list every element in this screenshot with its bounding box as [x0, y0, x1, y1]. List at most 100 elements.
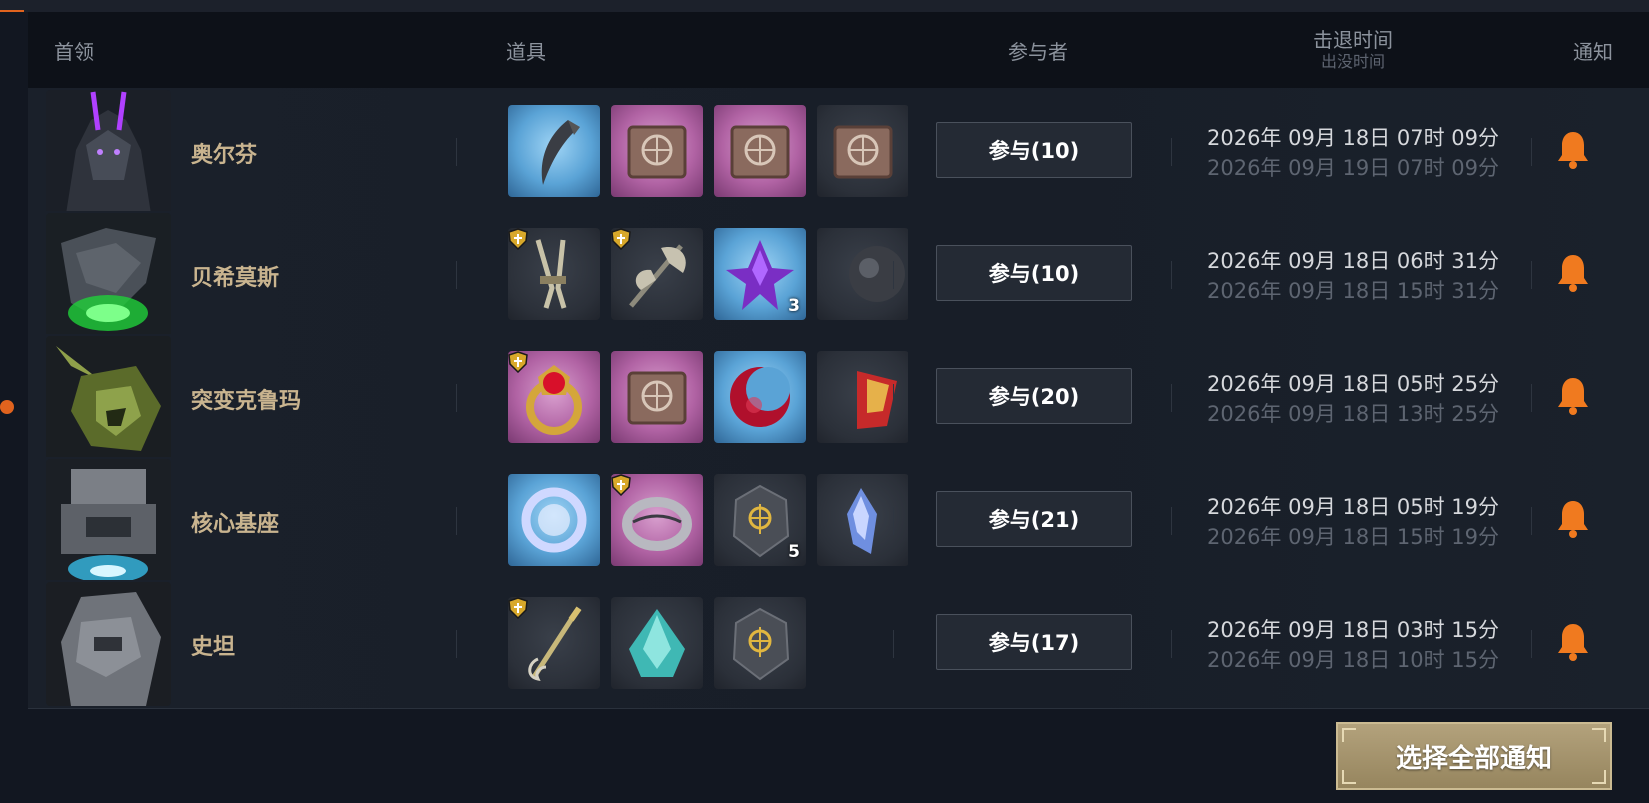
header-boss: 首领: [54, 39, 94, 64]
gem-icon[interactable]: [817, 351, 908, 443]
header-time: 击退时间 出没时间: [1188, 12, 1518, 88]
corner-ornament: [1342, 770, 1356, 784]
shield-icon: [611, 474, 631, 496]
spellbook-icon[interactable]: [611, 351, 703, 443]
ruby-ring-icon[interactable]: [508, 351, 600, 443]
time-cell: 2026年 09月 18日 05时 25分 2026年 09月 18日 13时 …: [1188, 334, 1518, 463]
spawn-time: 2026年 09月 18日 10时 15分: [1206, 647, 1500, 672]
divider: [893, 384, 894, 412]
divider: [893, 507, 894, 535]
drop-items: [508, 105, 908, 197]
header-kill-time: 击退时间: [1313, 28, 1393, 52]
spawn-time: 2026年 09月 18日 15时 31分: [1206, 278, 1500, 303]
boss-portrait[interactable]: [46, 336, 171, 460]
rune-stone-icon[interactable]: [714, 597, 806, 689]
spellbook-icon[interactable]: [817, 105, 908, 197]
divider: [456, 138, 457, 166]
kill-time: 2026年 09月 18日 07时 09分: [1206, 125, 1500, 150]
blue-shard-icon[interactable]: [817, 474, 908, 566]
item-count: 5: [788, 542, 800, 562]
red-crescent-icon[interactable]: [714, 351, 806, 443]
divider: [1171, 630, 1172, 658]
boss-name[interactable]: 奥尔芬: [191, 88, 257, 217]
divider: [893, 138, 894, 166]
shield-icon: [508, 228, 528, 250]
dark-orb-icon[interactable]: [817, 228, 908, 320]
boss-portrait[interactable]: [46, 213, 171, 337]
shield-icon: [508, 597, 528, 619]
divider: [456, 261, 457, 289]
boss-portrait[interactable]: [46, 582, 171, 706]
boss-name[interactable]: 核心基座: [191, 457, 279, 586]
divider: [1531, 261, 1532, 289]
shield-icon: [611, 228, 631, 250]
spellbook-icon[interactable]: [714, 105, 806, 197]
claw-icon[interactable]: [508, 105, 600, 197]
boss-list-panel: 首领 道具 参与者 击退时间 出没时间 通知 奥尔芬 参与(10) 2026年 …: [28, 12, 1649, 709]
teal-crystal-icon[interactable]: [611, 597, 703, 689]
divider: [1531, 507, 1532, 535]
divider: [1531, 630, 1532, 658]
participants-button[interactable]: 参与(20): [936, 368, 1132, 424]
divider: [893, 630, 894, 658]
spawn-time: 2026年 09月 18日 15时 19分: [1206, 524, 1500, 549]
header-spawn-time: 出没时间: [1320, 52, 1385, 71]
boss-row: 核心基座 5 参与(21) 2026年 09月 18日 05时 19分 2026…: [28, 457, 1649, 586]
spawn-time: 2026年 09月 19日 07时 09分: [1206, 155, 1500, 180]
drop-items: 5: [508, 474, 908, 566]
boss-name[interactable]: 史坦: [191, 580, 235, 709]
select-all-label: 选择全部通知: [1395, 743, 1552, 774]
header-notify: 通知: [1573, 39, 1613, 64]
boss-portrait[interactable]: [46, 90, 171, 214]
bell-icon[interactable]: [1556, 499, 1590, 539]
top-bar: [0, 0, 1649, 12]
purple-crystal-icon[interactable]: 3: [714, 228, 806, 320]
boss-name[interactable]: 突变克鲁玛: [191, 334, 301, 463]
divider: [1531, 384, 1532, 412]
thorn-sword-icon[interactable]: [508, 597, 600, 689]
corner-ornament: [1342, 728, 1356, 742]
divider: [456, 507, 457, 535]
table-header: 首领 道具 参与者 击退时间 出没时间 通知: [28, 12, 1649, 88]
divider: [893, 261, 894, 289]
participants-button[interactable]: 参与(10): [936, 245, 1132, 301]
divider: [1171, 507, 1172, 535]
divider: [456, 384, 457, 412]
drop-items: [508, 351, 908, 443]
boss-row: 奥尔芬 参与(10) 2026年 09月 18日 07时 09分 2026年 0…: [28, 88, 1649, 217]
bell-icon[interactable]: [1556, 622, 1590, 662]
participants-button[interactable]: 参与(10): [936, 122, 1132, 178]
dual-daggers-icon[interactable]: [508, 228, 600, 320]
divider: [1171, 138, 1172, 166]
drop-items: [508, 597, 908, 689]
divider: [1171, 261, 1172, 289]
header-items: 道具: [506, 39, 546, 64]
time-cell: 2026年 09月 18日 07时 09分 2026年 09月 19日 07时 …: [1188, 88, 1518, 217]
participants-button[interactable]: 参与(17): [936, 614, 1132, 670]
bell-icon[interactable]: [1556, 253, 1590, 293]
time-cell: 2026年 09月 18日 05时 19分 2026年 09月 18日 15时 …: [1188, 457, 1518, 586]
time-cell: 2026年 09月 18日 06时 31分 2026年 09月 18日 15时 …: [1188, 211, 1518, 340]
item-count: 3: [788, 296, 800, 316]
kill-time: 2026年 09月 18日 06时 31分: [1206, 248, 1500, 273]
bell-icon[interactable]: [1556, 376, 1590, 416]
battle-axe-icon[interactable]: [611, 228, 703, 320]
bell-icon[interactable]: [1556, 130, 1590, 170]
boss-portrait[interactable]: [46, 459, 171, 583]
rune-stone-icon[interactable]: 5: [714, 474, 806, 566]
divider: [456, 630, 457, 658]
divider: [1531, 138, 1532, 166]
crystal-ring-icon[interactable]: [508, 474, 600, 566]
select-all-notify-button[interactable]: 选择全部通知: [1336, 722, 1612, 790]
kill-time: 2026年 09月 18日 05时 25分: [1206, 371, 1500, 396]
corner-ornament: [1592, 728, 1606, 742]
participants-button[interactable]: 参与(21): [936, 491, 1132, 547]
boss-name[interactable]: 贝希莫斯: [191, 211, 279, 340]
boss-row: 史坦 参与(17) 2026年 09月 18日 03时 15分 2026年 09…: [28, 580, 1649, 709]
spawn-time: 2026年 09月 18日 13时 25分: [1206, 401, 1500, 426]
time-cell: 2026年 09月 18日 03时 15分 2026年 09月 18日 10时 …: [1188, 580, 1518, 709]
page-indicator-dot: [0, 400, 14, 414]
kill-time: 2026年 09月 18日 05时 19分: [1206, 494, 1500, 519]
spellbook-icon[interactable]: [611, 105, 703, 197]
silver-ring-icon[interactable]: [611, 474, 703, 566]
